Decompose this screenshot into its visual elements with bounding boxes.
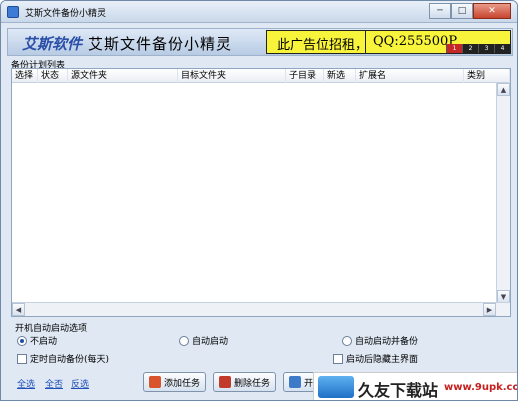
vertical-scrollbar[interactable]: ▲ ▼	[496, 83, 510, 303]
invert-selection-link[interactable]: 反选	[71, 377, 89, 390]
scroll-left-icon[interactable]: ◀	[12, 303, 25, 316]
maximize-button[interactable]: □	[451, 3, 473, 19]
radio-no-start[interactable]: 不启动	[17, 334, 57, 347]
delete-task-icon	[219, 376, 231, 388]
watermark: 久友下载站 www.9upk.com	[313, 372, 517, 400]
radio-auto-start-label: 自动启动	[192, 337, 229, 347]
scroll-right-icon[interactable]: ▶	[483, 303, 496, 316]
col-source-folder[interactable]: 源文件夹	[68, 69, 178, 83]
col-new-select[interactable]: 新选	[324, 69, 356, 83]
maximize-icon: □	[457, 6, 467, 16]
app-window: 艾斯文件备份小精灵 ─ □ ✕ 艾斯软件 艾斯文件备份小精灵 此广告位招租， Q…	[0, 0, 518, 401]
delete-task-button[interactable]: 删除任务	[213, 372, 277, 392]
ad-tab-2[interactable]: 2	[462, 44, 478, 53]
table-header: 选择 状态 源文件夹 目标文件夹 子目录 新选 扩展名 类别	[12, 69, 510, 83]
app-icon	[7, 6, 19, 18]
radio-auto-start-backup-label: 自动启动并备份	[355, 337, 419, 347]
col-target-folder[interactable]: 目标文件夹	[178, 69, 286, 83]
clear-all-link[interactable]: 全否	[45, 377, 63, 390]
hide-after-start-checkbox[interactable]: 启动后隐藏主界面	[333, 352, 418, 365]
watermark-text: 久友下载站	[358, 381, 439, 400]
ad-tab-3[interactable]: 3	[478, 44, 494, 53]
backup-plan-table[interactable]: 选择 状态 源文件夹 目标文件夹 子目录 新选 扩展名 类别 ▲ ▼ ◀ ▶	[11, 68, 511, 317]
banner-app-name: 艾斯文件备份小精灵	[88, 35, 233, 53]
col-select[interactable]: 选择	[12, 69, 38, 83]
horizontal-scrollbar[interactable]: ◀ ▶	[12, 302, 510, 316]
ad-text-left: 此广告位招租，	[277, 38, 369, 53]
ad-text-right: QQ:255500P	[373, 34, 458, 49]
timed-backup-checkbox[interactable]: 定时自动备份(每天)	[17, 352, 109, 365]
hide-after-start-label: 启动后隐藏主界面	[346, 355, 419, 365]
delete-task-label: 删除任务	[234, 378, 271, 389]
timed-backup-box[interactable]	[17, 353, 27, 364]
ad-banner[interactable]: 此广告位招租， QQ:255500P 1 2 3 4	[266, 30, 511, 54]
radio-auto-start-dot[interactable]	[179, 335, 189, 346]
ad-tab-4[interactable]: 4	[494, 44, 510, 53]
select-all-link[interactable]: 全选	[17, 377, 35, 390]
radio-no-start-dot[interactable]	[17, 335, 27, 346]
col-status[interactable]: 状态	[38, 69, 68, 83]
ad-tab-1[interactable]: 1	[446, 44, 462, 53]
close-icon: ✕	[488, 6, 496, 16]
add-task-icon	[149, 376, 161, 388]
startup-options: 开机自动启动选项 不启动 自动启动 自动启动并备份	[11, 321, 511, 347]
minimize-button[interactable]: ─	[429, 3, 451, 19]
window-title: 艾斯文件备份小精灵	[25, 9, 107, 19]
startup-options-title: 开机自动启动选项	[15, 324, 88, 334]
radio-no-start-label: 不启动	[30, 337, 58, 347]
timed-backup-label: 定时自动备份(每天)	[30, 355, 110, 365]
col-subdir[interactable]: 子目录	[286, 69, 324, 83]
option-checkboxes: 定时自动备份(每天) 启动后隐藏主界面	[15, 352, 505, 366]
watermark-logo	[318, 376, 354, 398]
watermark-url: www.9upk.com	[444, 382, 517, 393]
close-button[interactable]: ✕	[473, 3, 511, 19]
add-task-button[interactable]: 添加任务	[143, 372, 207, 392]
minimize-icon: ─	[437, 6, 443, 16]
ad-tabs: 1 2 3 4	[446, 44, 510, 53]
radio-auto-start[interactable]: 自动启动	[179, 334, 228, 347]
brand-logo: 艾斯软件	[22, 35, 83, 53]
header-banner: 艾斯软件 艾斯文件备份小精灵 此广告位招租， QQ:255500P 1 2 3 …	[7, 28, 513, 56]
col-category[interactable]: 类别	[464, 69, 510, 83]
col-extension[interactable]: 扩展名	[356, 69, 464, 83]
window-controls: ─ □ ✕	[429, 3, 511, 19]
radio-auto-start-backup[interactable]: 自动启动并备份	[342, 334, 418, 347]
start-icon	[289, 376, 301, 388]
radio-auto-start-backup-dot[interactable]	[342, 335, 352, 346]
hide-after-start-box[interactable]	[333, 353, 343, 364]
scroll-up-icon[interactable]: ▲	[497, 83, 510, 96]
ad-divider	[365, 31, 366, 53]
title-bar[interactable]: 艾斯文件备份小精灵 ─ □ ✕	[1, 1, 517, 23]
add-task-label: 添加任务	[164, 378, 201, 389]
